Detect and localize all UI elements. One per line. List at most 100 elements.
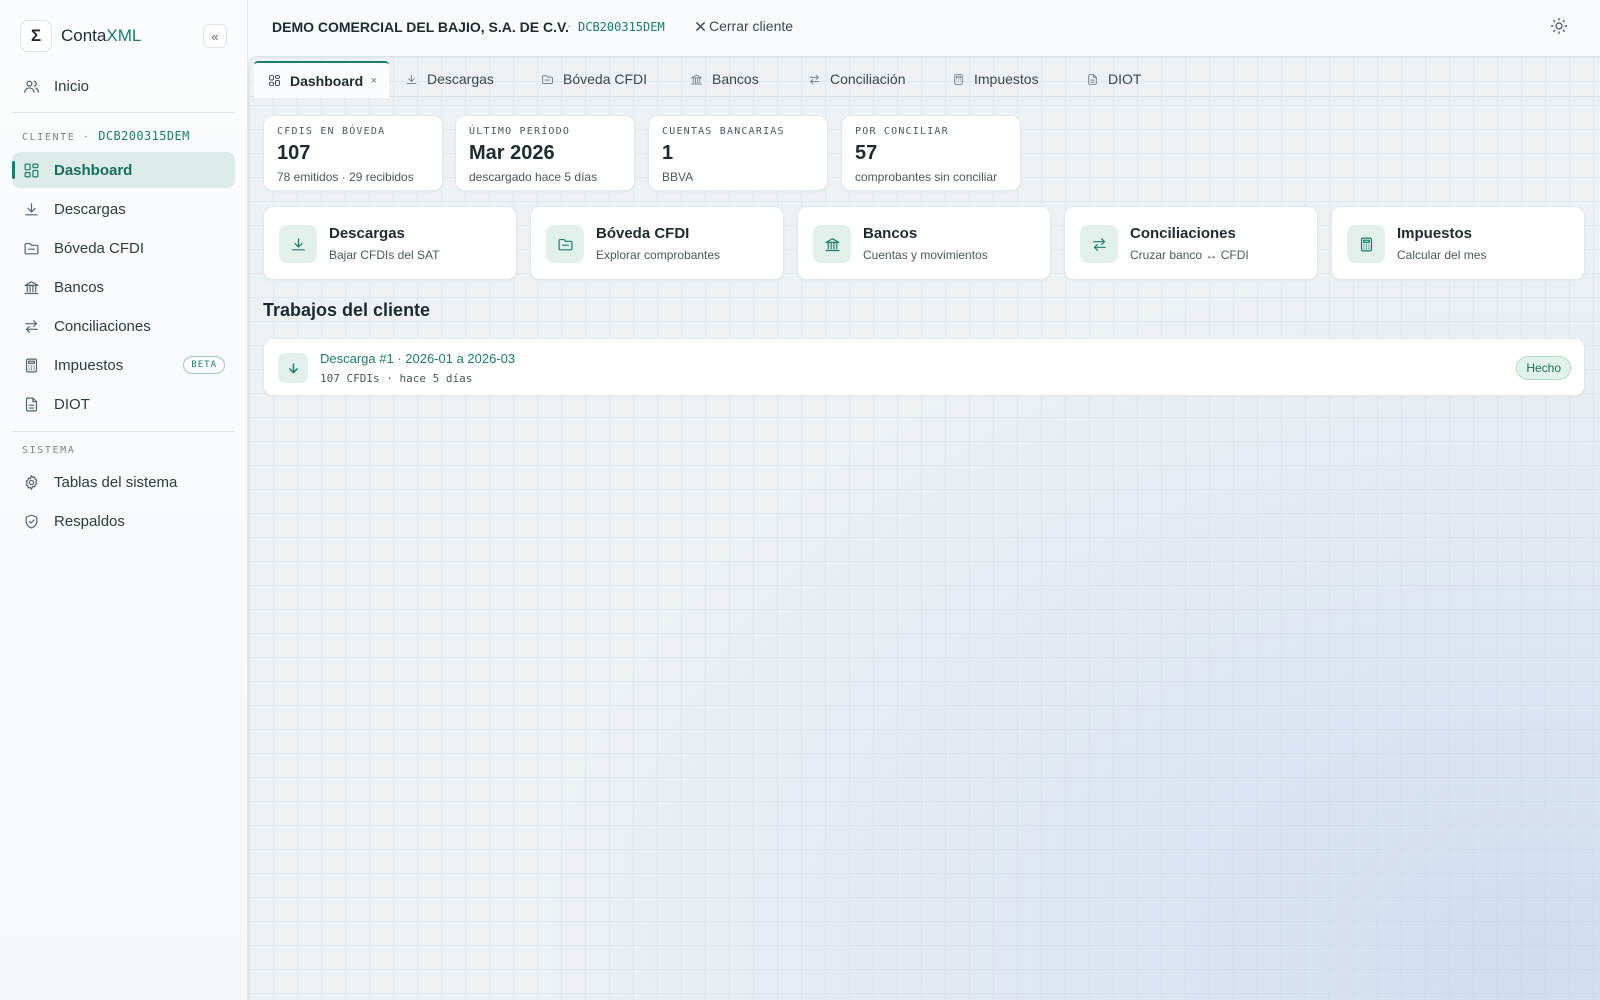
download-icon [406, 74, 417, 84]
job-title-link[interactable]: Descarga #1 · 2026-01 a 2026-03 [320, 351, 515, 366]
sidebar-item-diot[interactable]: DIOT [12, 386, 235, 422]
quick-link-icon [279, 225, 317, 263]
swap-icon [1092, 237, 1106, 251]
stat-label: CFDIS EN BÓVEDA [277, 126, 386, 137]
stat-value: Mar 2026 [469, 142, 555, 164]
sidebar-divider [12, 431, 235, 432]
calculator-icon [1360, 237, 1372, 251]
stat-label: ÚLTIMO PERÍODO [469, 126, 571, 137]
beta-badge: BETA [183, 356, 225, 374]
stat-subtext: comprobantes sin conciliar [855, 170, 998, 184]
tab-label: Descargas [427, 71, 494, 87]
folder-icon [24, 242, 39, 254]
sidebar-item-label: Respaldos [54, 512, 125, 530]
folder-icon [558, 238, 572, 250]
stat-subtext: descargado hace 5 días [469, 170, 598, 184]
sidebar-item-label: Impuestos [54, 356, 124, 374]
close-icon [695, 21, 706, 31]
stat-value: 1 [662, 142, 674, 164]
system-section-label: SISTEMA [22, 445, 76, 456]
download-icon [291, 237, 305, 250]
tab-descargas[interactable]: Descargas [391, 61, 525, 97]
sidebar-item-label: DIOT [54, 395, 90, 413]
quick-link-subtitle: Cuentas y movimientos [863, 248, 988, 262]
tab-close-icon[interactable]: × [371, 75, 377, 87]
tab-impuestos[interactable]: Impuestos [938, 61, 1071, 97]
sidebar-divider [12, 112, 235, 113]
tab-label: Impuestos [974, 71, 1039, 87]
sidebar-item-bancos[interactable]: Bancos [12, 269, 235, 305]
document-icon [1088, 73, 1097, 85]
sidebar-item-label: Bóveda CFDI [54, 239, 145, 257]
tab-label: Bancos [712, 71, 759, 87]
job-item[interactable]: Descarga #1 · 2026-01 a 2026-03 107 CFDI… [263, 338, 1585, 396]
quick-link-title: Bóveda CFDI [596, 225, 690, 242]
stat-value: 57 [855, 142, 878, 164]
document-icon [25, 397, 38, 411]
calculator-icon [954, 73, 963, 85]
stat-subtext: 78 emitidos · 29 recibidos [277, 170, 414, 184]
close-client-label: Cerrar cliente [709, 18, 794, 34]
client-name: DEMO COMERCIAL DEL BAJIO, S.A. DE C.V. [272, 19, 569, 35]
collapse-sidebar-button[interactable]: « [203, 24, 227, 48]
tab-bar: Dashboard × Descargas Bóveda CFDI Bancos… [249, 61, 1600, 98]
theme-toggle-button[interactable] [1550, 17, 1570, 37]
status-badge: Hecho [1516, 356, 1571, 380]
quick-link-icon [813, 225, 851, 263]
tab-label: DIOT [1108, 71, 1142, 87]
sidebar-item-impuestos[interactable]: Impuestos BETA [12, 347, 235, 383]
sidebar-item-label: Bancos [54, 278, 105, 296]
tab-diot[interactable]: DIOT [1072, 61, 1172, 97]
bank-icon [691, 74, 702, 85]
folder-icon [542, 74, 553, 84]
sidebar: Σ ContaXML « Inicio CLIENTE · DCB200315D… [0, 0, 248, 1000]
dashboard-icon [24, 163, 39, 177]
sidebar-item-inicio[interactable]: Inicio [12, 68, 235, 104]
quick-link-title: Conciliaciones [1130, 225, 1236, 242]
sidebar-client-rfc: DCB200315DEM [98, 129, 190, 143]
stat-label: CUENTAS BANCARIAS [662, 126, 785, 137]
sidebar-item-tablas-del-sistema[interactable]: Tablas del sistema [12, 464, 235, 500]
quick-link-title: Impuestos [1397, 225, 1473, 242]
swap-icon [25, 319, 38, 333]
tab-bancos[interactable]: Bancos [676, 61, 792, 97]
tab-label: Conciliación [830, 71, 906, 87]
top-header: DEMO COMERCIAL DEL BAJIO, S.A. DE C.V. ·… [248, 0, 1600, 56]
users-icon [24, 80, 39, 93]
quick-link-descargas[interactable]: Descargas Bajar CFDIs del SAT [263, 206, 517, 280]
quick-link-subtitle: Cruzar banco ↔ CFDI [1130, 248, 1249, 262]
jobs-section-title: Trabajos del cliente [263, 300, 431, 320]
app-name: ContaXML [61, 26, 142, 45]
sidebar-item-respaldos[interactable]: Respaldos [12, 503, 235, 539]
quick-link-conciliaciones[interactable]: Conciliaciones Cruzar banco ↔ CFDI [1064, 206, 1318, 280]
sidebar-item-label: Dashboard [54, 161, 133, 179]
dashboard-icon [269, 75, 280, 86]
client-section-label: CLIENTE · DCB200315DEM [22, 129, 190, 143]
gear-icon [25, 474, 38, 490]
tab-dashboard[interactable]: Dashboard × [254, 61, 389, 98]
quick-link-boveda-cfdi[interactable]: Bóveda CFDI Explorar comprobantes [530, 206, 784, 280]
quick-link-bancos[interactable]: Bancos Cuentas y movimientos [797, 206, 1051, 280]
sidebar-item-boveda-cfdi[interactable]: Bóveda CFDI [12, 230, 235, 266]
download-icon [25, 202, 38, 215]
sun-icon [1550, 17, 1568, 35]
brand[interactable]: Σ ContaXML [20, 20, 141, 52]
tab-label: Bóveda CFDI [563, 71, 648, 87]
header-separator: · [567, 18, 572, 33]
sidebar-item-label: Tablas del sistema [54, 473, 178, 491]
swap-icon [809, 74, 820, 84]
sidebar-item-conciliaciones[interactable]: Conciliaciones [12, 308, 235, 344]
stat-label: POR CONCILIAR [855, 126, 949, 137]
shield-check-icon [25, 514, 38, 528]
quick-link-subtitle: Calcular del mes [1397, 248, 1487, 262]
tab-boveda-cfdi[interactable]: Bóveda CFDI [527, 61, 674, 97]
tab-conciliacion[interactable]: Conciliación [794, 61, 936, 97]
sidebar-item-dashboard[interactable]: Dashboard [12, 152, 235, 188]
quick-link-title: Bancos [863, 225, 918, 242]
quick-link-impuestos[interactable]: Impuestos Calcular del mes [1331, 206, 1585, 280]
close-client-button[interactable]: Cerrar cliente [695, 18, 793, 34]
header-client-rfc: DCB200315DEM [578, 20, 665, 34]
stat-card-cuentas-bancarias: CUENTAS BANCARIAS 1 BBVA [648, 115, 828, 191]
sidebar-item-descargas[interactable]: Descargas [12, 191, 235, 227]
sidebar-item-label: Inicio [54, 77, 90, 95]
